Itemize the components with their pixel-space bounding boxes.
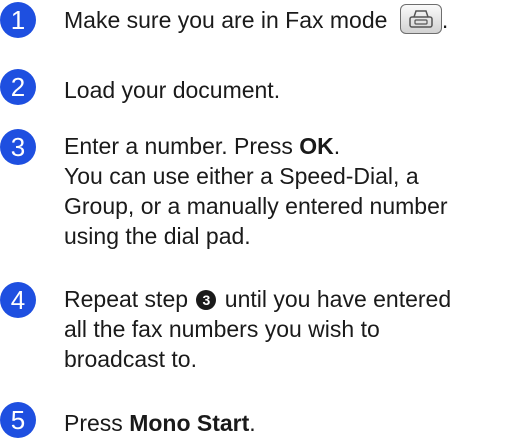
ok-key-label: OK — [299, 133, 334, 159]
step-3-detail-line: using the dial pad. — [64, 223, 251, 249]
step-3-detail-line: Group, or a manually entered number — [64, 193, 448, 219]
step-number-5: 5 — [0, 402, 36, 438]
step-number-2: 2 — [0, 69, 36, 105]
step-2-text: Load your document. — [64, 75, 524, 105]
step-4-detail-line: broadcast to. — [64, 346, 197, 372]
step-5-text: Press Mono Start. — [64, 410, 256, 436]
step-1-trailing: . — [441, 7, 449, 33]
fax-mode-key-icon — [399, 3, 442, 34]
step-number-1: 1 — [0, 2, 36, 38]
step-4-detail-line: all the fax numbers you wish to — [64, 316, 380, 342]
step-3-text: Enter a number. Press OK. You can use ei… — [64, 131, 524, 251]
step-reference-badge: 3 — [196, 290, 217, 310]
step-1-instruction: Make sure you are in Fax mode — [64, 7, 388, 33]
step-4-first-line: Repeat step 3 until you have entered — [64, 286, 452, 312]
mono-start-key-label: Mono Start — [129, 410, 250, 436]
step-3-detail-line: You can use either a Speed-Dial, a — [64, 163, 419, 189]
step-number-4: 4 — [0, 282, 36, 318]
step-3-first-line: Enter a number. Press OK. — [64, 133, 341, 159]
step-1-text: Make sure you are in Fax mode . — [64, 3, 524, 35]
step-2-instruction: Load your document. — [64, 77, 281, 103]
step-4-text: Repeat step 3 until you have entered all… — [64, 284, 524, 374]
step-number-3: 3 — [0, 129, 36, 165]
